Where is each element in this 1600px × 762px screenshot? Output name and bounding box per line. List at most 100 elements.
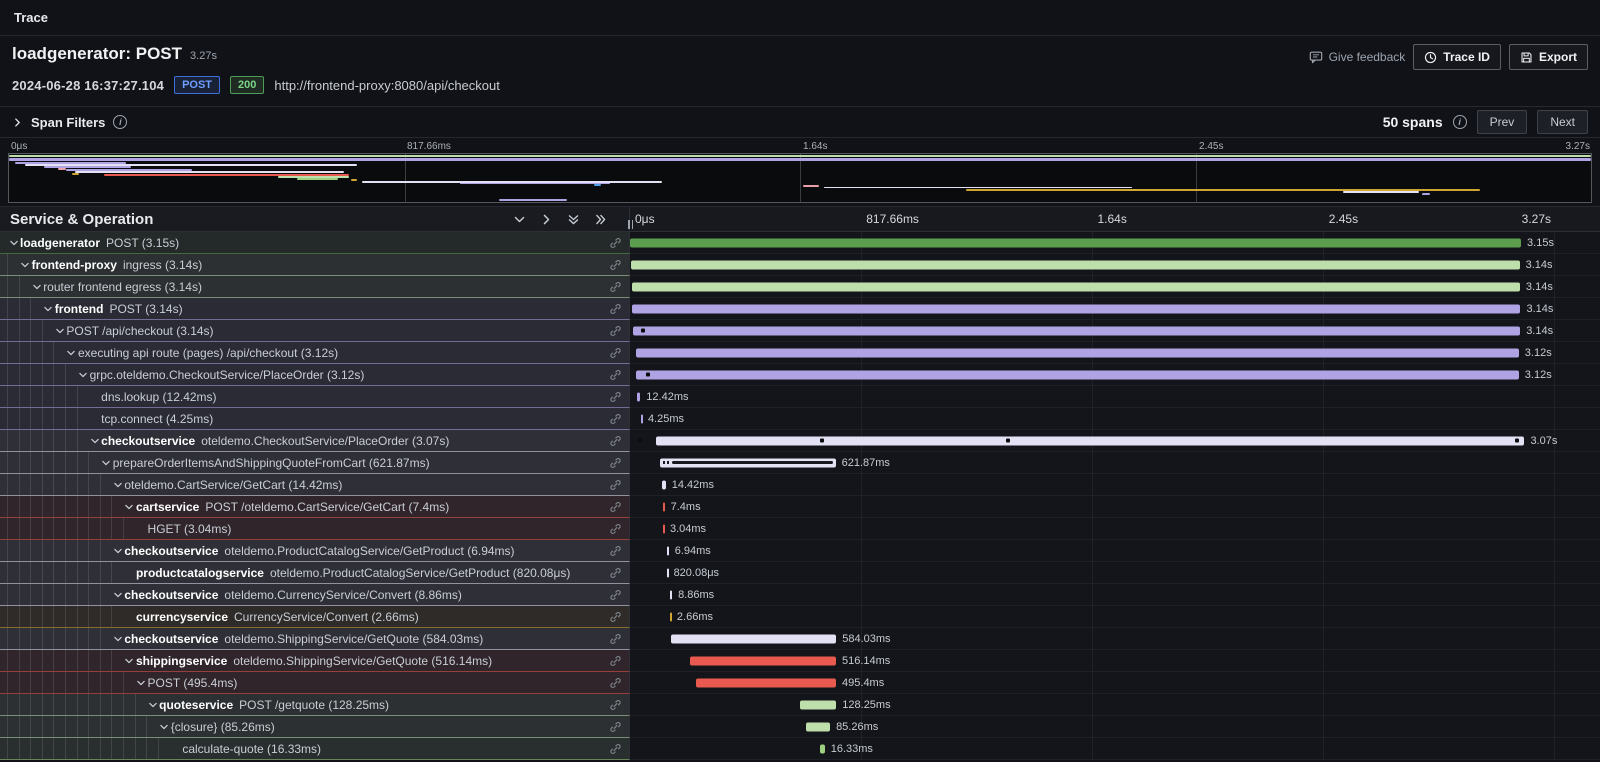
span-name-cell[interactable]: oteldemo.CartService/GetCart (14.42ms) xyxy=(0,474,630,496)
span-link-icon[interactable] xyxy=(609,742,622,755)
span-link-icon[interactable] xyxy=(609,676,622,689)
span-timeline-cell[interactable]: 3.07s xyxy=(630,430,1600,452)
span-name-cell[interactable]: frontendPOST (3.14s) xyxy=(0,298,630,320)
chevron-down-icon[interactable] xyxy=(65,348,78,358)
span-name-cell[interactable]: currencyserviceCurrencyService/Convert (… xyxy=(0,606,630,628)
span-timeline-cell[interactable]: 85.26ms xyxy=(630,716,1600,738)
span-link-icon[interactable] xyxy=(609,720,622,733)
chevron-down-icon[interactable] xyxy=(123,656,136,666)
span-name-cell[interactable]: checkoutserviceoteldemo.ShippingService/… xyxy=(0,628,630,650)
span-bar[interactable] xyxy=(641,414,643,423)
span-bar[interactable] xyxy=(806,722,830,731)
collapse-one-icon[interactable] xyxy=(513,213,526,226)
chevron-down-icon[interactable] xyxy=(7,238,20,248)
span-name-cell[interactable]: POST /api/checkout (3.14s) xyxy=(0,320,630,342)
span-bar[interactable] xyxy=(631,260,1519,269)
span-link-icon[interactable] xyxy=(609,390,622,403)
span-timeline-cell[interactable]: 12.42ms xyxy=(630,386,1600,408)
span-link-icon[interactable] xyxy=(609,500,622,513)
span-bar[interactable] xyxy=(670,612,672,621)
span-timeline-cell[interactable]: 584.03ms xyxy=(630,628,1600,650)
chevron-down-icon[interactable] xyxy=(111,634,124,644)
span-link-icon[interactable] xyxy=(609,368,622,381)
span-name-cell[interactable]: checkoutserviceoteldemo.CurrencyService/… xyxy=(0,584,630,606)
span-name-cell[interactable]: dns.lookup (12.42ms) xyxy=(0,386,630,408)
expand-all-icon[interactable] xyxy=(594,213,607,226)
span-name-cell[interactable]: router frontend egress (3.14s) xyxy=(0,276,630,298)
span-link-icon[interactable] xyxy=(609,522,622,535)
span-bar[interactable] xyxy=(670,590,673,599)
span-timeline-cell[interactable]: 16.33ms xyxy=(630,738,1600,760)
info-icon[interactable]: i xyxy=(113,115,127,129)
span-link-icon[interactable] xyxy=(609,280,622,293)
chevron-down-icon[interactable] xyxy=(123,502,136,512)
span-filters-toggle[interactable]: Span Filters i xyxy=(12,115,127,130)
span-link-icon[interactable] xyxy=(609,632,622,645)
span-timeline-cell[interactable]: 820.08μs xyxy=(630,562,1600,584)
span-timeline-cell[interactable]: 2.66ms xyxy=(630,606,1600,628)
span-bar[interactable] xyxy=(663,524,665,533)
chevron-down-icon[interactable] xyxy=(111,480,124,490)
span-bar[interactable] xyxy=(800,700,836,709)
span-name-cell[interactable]: prepareOrderItemsAndShippingQuoteFromCar… xyxy=(0,452,630,474)
span-timeline-cell[interactable]: 14.42ms xyxy=(630,474,1600,496)
span-bar[interactable] xyxy=(636,348,1519,357)
span-timeline-cell[interactable]: 128.25ms xyxy=(630,694,1600,716)
chevron-down-icon[interactable] xyxy=(19,260,32,270)
span-name-cell[interactable]: tcp.connect (4.25ms) xyxy=(0,408,630,430)
span-link-icon[interactable] xyxy=(609,478,622,491)
span-name-cell[interactable]: productcatalogserviceoteldemo.ProductCat… xyxy=(0,562,630,584)
span-name-cell[interactable]: calculate-quote (16.33ms) xyxy=(0,738,630,760)
span-name-cell[interactable]: {closure} (85.26ms) xyxy=(0,716,630,738)
span-timeline-cell[interactable]: 3.12s xyxy=(630,342,1600,364)
chevron-down-icon[interactable] xyxy=(53,326,66,336)
span-timeline-cell[interactable]: 3.14s xyxy=(630,298,1600,320)
span-timeline-cell[interactable]: 8.86ms xyxy=(630,584,1600,606)
chevron-down-icon[interactable] xyxy=(77,370,90,380)
span-bar[interactable] xyxy=(636,370,1519,379)
span-link-icon[interactable] xyxy=(609,434,622,447)
collapse-all-icon[interactable] xyxy=(567,213,580,226)
span-timeline-cell[interactable]: 621.87ms xyxy=(630,452,1600,474)
chevron-down-icon[interactable] xyxy=(42,304,55,314)
span-timeline-cell[interactable]: 3.12s xyxy=(630,364,1600,386)
span-name-cell[interactable]: cartservicePOST /oteldemo.CartService/Ge… xyxy=(0,496,630,518)
span-timeline-cell[interactable]: 3.14s xyxy=(630,320,1600,342)
span-name-cell[interactable]: shippingserviceoteldemo.ShippingService/… xyxy=(0,650,630,672)
span-timeline-cell[interactable]: 6.94ms xyxy=(630,540,1600,562)
span-link-icon[interactable] xyxy=(609,258,622,271)
span-link-icon[interactable] xyxy=(609,324,622,337)
give-feedback-link[interactable]: Give feedback xyxy=(1309,50,1406,64)
span-link-icon[interactable] xyxy=(609,654,622,667)
chevron-down-icon[interactable] xyxy=(111,590,124,600)
span-name-cell[interactable]: executing api route (pages) /api/checkou… xyxy=(0,342,630,364)
span-bar[interactable] xyxy=(630,238,1521,247)
span-name-cell[interactable]: POST (495.4ms) xyxy=(0,672,630,694)
prev-button[interactable]: Prev xyxy=(1477,110,1528,134)
span-bar[interactable] xyxy=(820,744,825,753)
span-timeline-cell[interactable]: 516.14ms xyxy=(630,650,1600,672)
chevron-down-icon[interactable] xyxy=(158,722,171,732)
span-bar[interactable] xyxy=(696,678,836,687)
span-bar[interactable] xyxy=(633,326,1521,335)
span-link-icon[interactable] xyxy=(609,346,622,359)
span-name-cell[interactable]: checkoutserviceoteldemo.ProductCatalogSe… xyxy=(0,540,630,562)
span-link-icon[interactable] xyxy=(609,236,622,249)
expand-one-icon[interactable] xyxy=(540,213,553,226)
span-bar[interactable] xyxy=(656,436,1524,445)
span-link-icon[interactable] xyxy=(609,456,622,469)
span-bar[interactable] xyxy=(632,304,1520,313)
chevron-down-icon[interactable] xyxy=(100,458,113,468)
export-button[interactable]: Export xyxy=(1509,44,1588,70)
span-name-cell[interactable]: HGET (3.04ms) xyxy=(0,518,630,540)
next-button[interactable]: Next xyxy=(1537,110,1588,134)
chevron-down-icon[interactable] xyxy=(146,700,159,710)
chevron-down-icon[interactable] xyxy=(30,282,43,292)
span-bar[interactable] xyxy=(690,656,836,665)
span-bar[interactable] xyxy=(632,282,1520,291)
span-bar[interactable] xyxy=(667,568,669,577)
span-name-cell[interactable]: grpc.oteldemo.CheckoutService/PlaceOrder… xyxy=(0,364,630,386)
span-bar[interactable] xyxy=(660,458,836,467)
span-link-icon[interactable] xyxy=(609,302,622,315)
span-name-cell[interactable]: frontend-proxyingress (3.14s) xyxy=(0,254,630,276)
